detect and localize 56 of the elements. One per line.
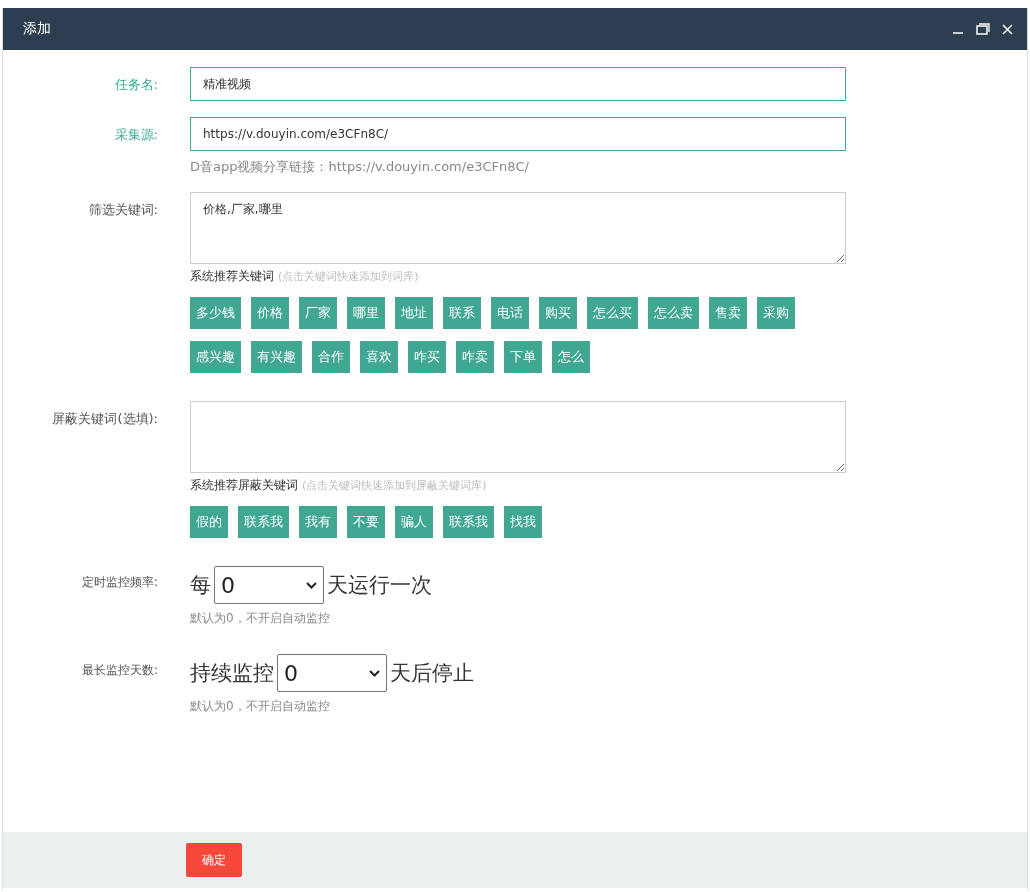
input-field[interactable]: 精准视频 <box>190 67 846 101</box>
keyword-tag[interactable]: 购买 <box>539 297 577 329</box>
confirm-button[interactable]: 确定 <box>186 843 242 877</box>
hint-text: D音app视频分享链接：https://v.douyin.com/e3CFn8C/ <box>190 158 530 176</box>
maximize-icon[interactable] <box>976 23 990 35</box>
keyword-tag[interactable]: 哪里 <box>347 297 385 329</box>
keyword-tag[interactable]: 地址 <box>395 297 433 329</box>
field-label: 屏蔽关键词(选填): <box>51 410 158 428</box>
keyword-tag[interactable]: 骗人 <box>395 506 433 538</box>
keyword-tag[interactable]: 合作 <box>312 341 350 373</box>
keyword-tag[interactable]: 怎么买 <box>587 297 638 329</box>
keyword-tag[interactable]: 咋卖 <box>456 341 494 373</box>
field-label: 筛选关键词: <box>87 201 158 219</box>
hint-text: 默认为0，不开启自动监控 <box>190 698 331 715</box>
field-label: 定时监控频率: <box>80 574 158 591</box>
textarea-field[interactable] <box>190 401 846 473</box>
keyword-tag[interactable]: 售卖 <box>709 297 747 329</box>
keyword-tag[interactable]: 怎么卖 <box>648 297 699 329</box>
close-icon[interactable] <box>1002 23 1013 35</box>
keyword-tag[interactable]: 假的 <box>190 506 228 538</box>
keyword-tag[interactable]: 找我 <box>504 506 542 538</box>
keyword-tag[interactable]: 我有 <box>299 506 337 538</box>
textarea-field[interactable]: 价格,厂家,哪里 <box>190 192 846 264</box>
keyword-tag[interactable]: 联系我 <box>443 506 494 538</box>
keyword-tag[interactable]: 怎么 <box>552 341 590 373</box>
chevron-down-icon <box>369 669 380 677</box>
suggestion-title: 系统推荐关键词 <box>190 268 274 285</box>
field-label: 任务名: <box>113 76 158 94</box>
keyword-tag[interactable]: 价格 <box>251 297 289 329</box>
window-title: 添加 <box>23 20 51 38</box>
suffix-text: 天运行一次 <box>327 572 432 599</box>
field-label: 采集源: <box>113 126 158 144</box>
suggestion-note: (点击关键词快速添加到屏蔽关键词库) <box>302 478 487 493</box>
suggestion-note: (点击关键词快速添加到词库) <box>278 269 419 284</box>
keyword-tag[interactable]: 采购 <box>757 297 795 329</box>
keyword-tag[interactable]: 不要 <box>347 506 385 538</box>
field-label: 最长监控天数: <box>80 662 158 679</box>
keyword-tag[interactable]: 喜欢 <box>360 341 398 373</box>
keyword-tag[interactable]: 咋买 <box>408 341 446 373</box>
chevron-down-icon <box>306 581 317 589</box>
prefix-text: 持续监控 <box>190 660 274 687</box>
keyword-tag[interactable]: 下单 <box>504 341 542 373</box>
keyword-tag[interactable]: 多少钱 <box>190 297 241 329</box>
keyword-tag[interactable]: 有兴趣 <box>251 341 302 373</box>
hint-text: 默认为0，不开启自动监控 <box>190 610 331 627</box>
keyword-tag[interactable]: 联系我 <box>238 506 289 538</box>
keyword-tag[interactable]: 联系 <box>443 297 481 329</box>
select-field[interactable]: 0 <box>214 566 324 604</box>
select-field[interactable]: 0 <box>277 654 387 692</box>
keyword-tag[interactable]: 感兴趣 <box>190 341 241 373</box>
prefix-text: 每 <box>190 572 211 599</box>
input-field[interactable]: https://v.douyin.com/e3CFn8C/ <box>190 117 846 151</box>
keyword-tag[interactable]: 电话 <box>491 297 529 329</box>
suggestion-title: 系统推荐屏蔽关键词 <box>190 477 298 494</box>
suffix-text: 天后停止 <box>390 660 474 687</box>
keyword-tag[interactable]: 厂家 <box>299 297 337 329</box>
